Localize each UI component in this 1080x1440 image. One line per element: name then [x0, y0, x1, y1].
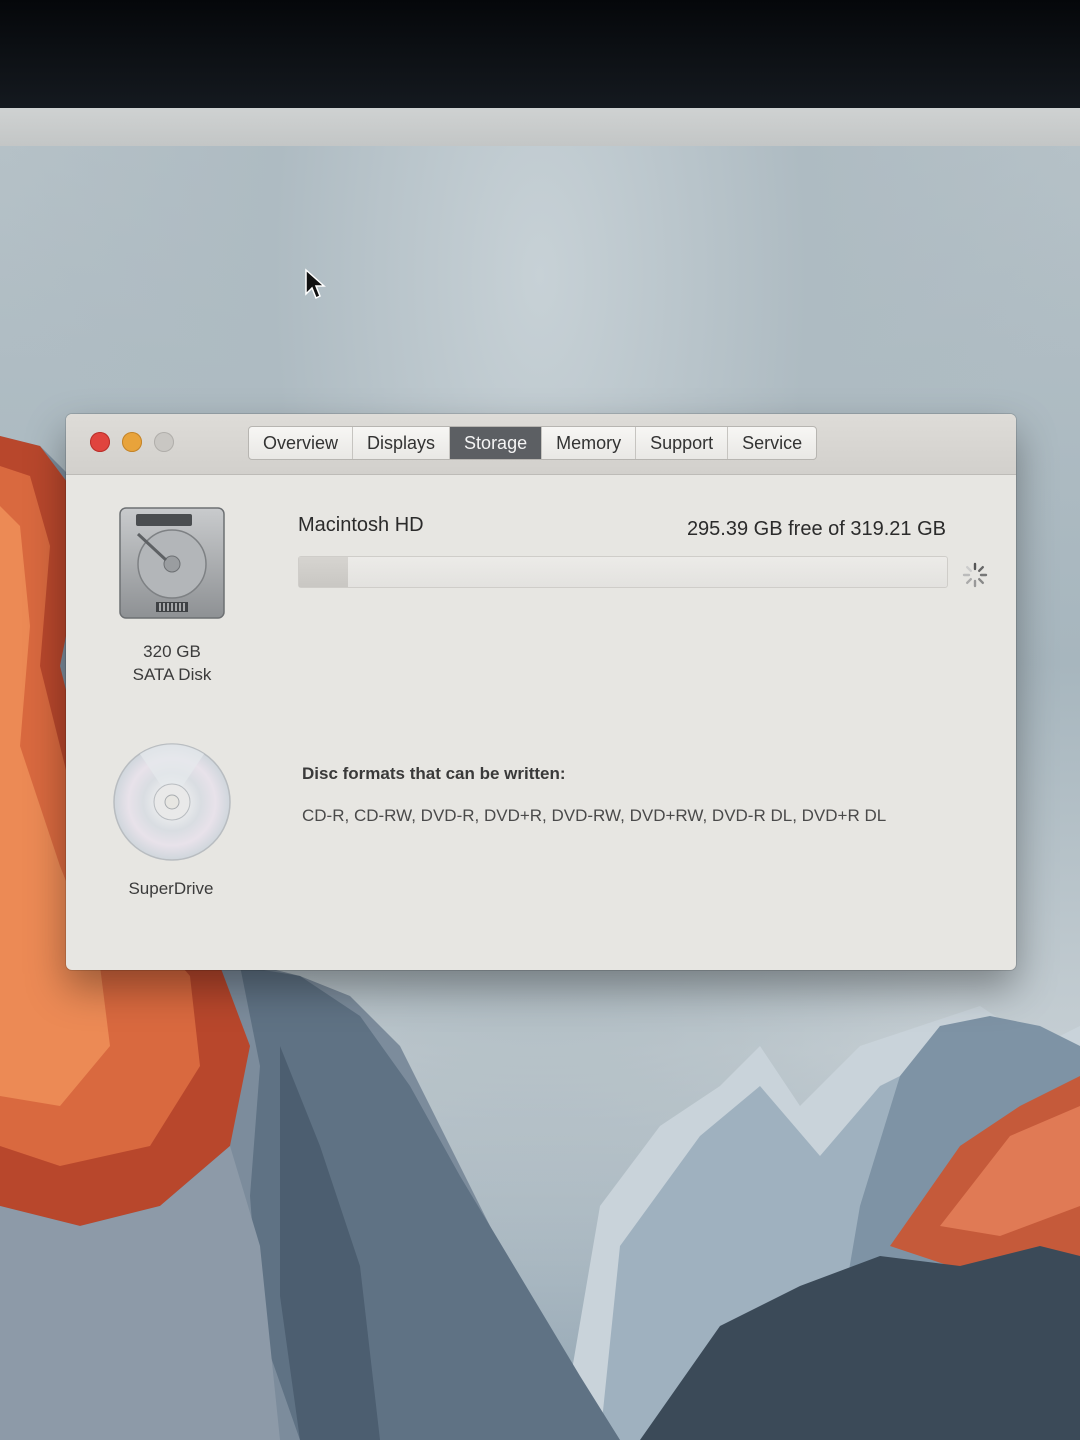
disc-formats-heading: Disc formats that can be written:: [302, 764, 566, 783]
tab-support[interactable]: Support: [636, 427, 729, 459]
disk-caption: 320 GB SATA Disk: [106, 640, 238, 686]
tab-storage[interactable]: Storage: [450, 427, 543, 459]
menu-bar: [0, 108, 1080, 146]
tab-displays[interactable]: Displays: [353, 427, 451, 459]
optical-drive-name: SuperDrive: [128, 879, 214, 898]
zoom-button: [154, 432, 174, 452]
window-titlebar: Overview Displays Storage Memory Support…: [66, 414, 1016, 475]
storage-usage-bar: [298, 556, 948, 588]
tab-bar: Overview Displays Storage Memory Support…: [248, 426, 818, 460]
volume-name: Macintosh HD: [298, 514, 424, 536]
storage-pane: 320 GB SATA Disk Macintosh HD 295.39 GB …: [66, 474, 1016, 970]
hard-drive-icon: [119, 507, 225, 619]
volume-free-space: 295.39 GB free of 319.21 GB: [686, 518, 946, 540]
mouse-pointer-icon: [305, 268, 326, 300]
loading-spinner-icon: [962, 562, 988, 588]
tab-overview[interactable]: Overview: [249, 427, 354, 459]
disk-capacity: 320 GB: [143, 642, 201, 661]
tab-memory[interactable]: Memory: [542, 427, 637, 459]
about-this-mac-window: Overview Displays Storage Memory Support…: [66, 414, 1016, 970]
minimize-button[interactable]: [122, 432, 142, 452]
disk-type: SATA Disk: [132, 665, 212, 684]
storage-usage-fill: [299, 557, 348, 587]
close-button[interactable]: [90, 432, 110, 452]
tab-service[interactable]: Service: [728, 427, 816, 459]
optical-disc-icon: [113, 743, 231, 861]
disc-formats-list: CD-R, CD-RW, DVD-R, DVD+R, DVD-RW, DVD+R…: [302, 806, 887, 825]
screen-bezel: [0, 0, 1080, 112]
